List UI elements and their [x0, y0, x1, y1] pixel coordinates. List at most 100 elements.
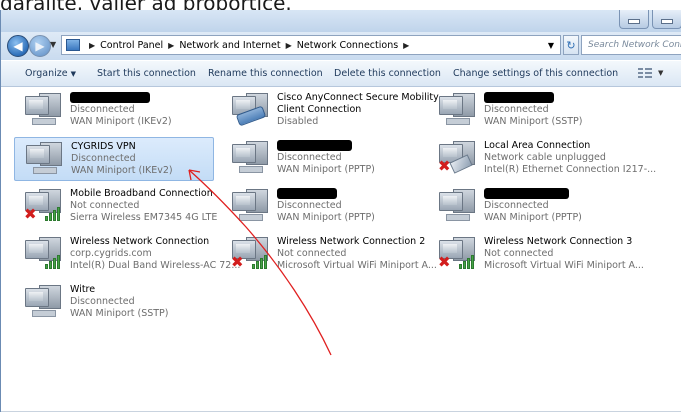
connection-device: WAN Miniport (SSTP)	[484, 116, 583, 127]
breadcrumb-control-panel[interactable]: Control Panel	[100, 40, 163, 51]
command-toolbar: Organize ▼ Start this connection Rename t…	[1, 61, 681, 87]
connection-text: Mobile Broadband Connection Not connecte…	[70, 188, 220, 224]
connection-device: WAN Miniport (IKEv2)	[71, 165, 173, 176]
search-input[interactable]: Search Network Connections	[581, 35, 681, 55]
connection-status: Disconnected	[484, 104, 549, 115]
breadcrumb-network-connections[interactable]: Network Connections	[297, 40, 398, 51]
connection-device: Intel(R) Dual Band Wireless-AC 72...	[70, 260, 241, 271]
connection-status: Disconnected	[277, 152, 342, 163]
connection-device: Microsoft Virtual WiFi Miniport A...	[277, 260, 437, 271]
connection-item[interactable]: Disconnected WAN Miniport (PPTP)	[221, 137, 421, 181]
delete-connection-button[interactable]: Delete this connection	[334, 68, 441, 79]
breadcrumb-chevron-icon[interactable]: ▶	[89, 41, 95, 50]
connection-item[interactable]: Disconnected WAN Miniport (PPTP)	[221, 185, 421, 229]
connection-device: Sierra Wireless EM7345 4G LTE	[70, 212, 218, 223]
back-arrow-icon: ◀	[13, 39, 23, 53]
minimize-button[interactable]	[619, 10, 649, 29]
connection-device: WAN Miniport (PPTP)	[277, 212, 375, 223]
connection-text: Disconnected WAN Miniport (PPTP)	[484, 188, 634, 224]
minimize-icon	[628, 18, 640, 24]
breadcrumb-chevron-icon[interactable]: ▶	[403, 41, 409, 50]
connection-item-selected[interactable]: CYGRIDS VPN Disconnected WAN Miniport (I…	[14, 137, 214, 181]
connection-item[interactable]: Disconnected WAN Miniport (PPTP)	[428, 185, 628, 229]
forward-arrow-icon: ▶	[35, 39, 45, 53]
wireless-connected-icon	[24, 236, 64, 272]
redacted-name	[277, 188, 337, 199]
breadcrumb-chevron-icon[interactable]: ▶	[286, 41, 292, 50]
connection-text: Disconnected WAN Miniport (IKEv2)	[70, 92, 220, 128]
view-options-icon[interactable]	[638, 67, 652, 79]
address-dropdown-icon[interactable]: ▼	[548, 41, 554, 50]
connection-status: Disconnected	[484, 200, 549, 211]
redacted-name	[484, 92, 554, 103]
redacted-name	[70, 92, 150, 103]
connection-name: Wireless Network Connection 3	[484, 236, 633, 247]
connection-text: Wireless Network Connection 2 Not connec…	[277, 236, 437, 272]
connection-item[interactable]: Disconnected WAN Miniport (IKEv2)	[14, 89, 214, 133]
connection-name: Mobile Broadband Connection	[70, 188, 213, 199]
connection-item[interactable]: Witre Disconnected WAN Miniport (SSTP)	[14, 281, 214, 325]
recent-pages-dropdown[interactable]: ▼	[50, 40, 56, 49]
connection-name: CYGRIDS VPN	[71, 141, 136, 152]
redacted-name	[484, 188, 569, 199]
rename-connection-button[interactable]: Rename this connection	[208, 68, 323, 79]
connection-status: Not connected	[277, 248, 347, 259]
error-x-icon: ✖	[438, 157, 451, 175]
wireless-disconnected-icon: ✖	[231, 236, 271, 272]
connection-name: Wireless Network Connection	[70, 236, 210, 247]
connection-status: Disconnected	[70, 104, 135, 115]
error-x-icon: ✖	[438, 253, 451, 271]
connection-device: WAN Miniport (IKEv2)	[70, 116, 172, 127]
address-bar[interactable]: ▶ Control Panel ▶ Network and Internet ▶…	[61, 35, 561, 55]
back-button[interactable]: ◀	[7, 35, 29, 57]
connection-device: Microsoft Virtual WiFi Miniport A...	[484, 260, 644, 271]
connection-name: Local Area Connection	[484, 140, 591, 151]
connection-item[interactable]: ✖ Wireless Network Connection 3 Not conn…	[428, 233, 644, 277]
maximize-button[interactable]	[652, 10, 681, 29]
connection-text: Wireless Network Connection corp.cygrids…	[70, 236, 241, 272]
cisco-anyconnect-icon	[231, 92, 271, 128]
connection-status: Disconnected	[277, 200, 342, 211]
organize-button[interactable]: Organize ▼	[25, 68, 76, 79]
redacted-name	[277, 140, 352, 151]
connection-device: WAN Miniport (PPTP)	[277, 164, 375, 175]
connection-item[interactable]: ✖ Local Area Connection Network cable un…	[428, 137, 656, 181]
connection-name: Wireless Network Connection 2	[277, 236, 426, 247]
breadcrumb-chevron-icon[interactable]: ▶	[168, 41, 174, 50]
organize-label: Organize	[25, 68, 68, 79]
wan-miniport-icon	[24, 92, 64, 128]
refresh-icon: ↻	[566, 38, 576, 52]
connection-item[interactable]: ✖ Wireless Network Connection 2 Not conn…	[221, 233, 437, 277]
connections-list: Disconnected WAN Miniport (IKEv2) Cisco …	[1, 87, 681, 412]
breadcrumb-network-and-internet[interactable]: Network and Internet	[179, 40, 280, 51]
connection-device: WAN Miniport (PPTP)	[484, 212, 582, 223]
start-connection-button[interactable]: Start this connection	[97, 68, 196, 79]
control-panel-icon	[66, 39, 80, 51]
window-controls	[616, 10, 681, 29]
error-x-icon: ✖	[231, 253, 244, 271]
connection-status: Disconnected	[70, 296, 135, 307]
connection-status: Disabled	[277, 116, 319, 127]
refresh-button[interactable]: ↻	[563, 35, 579, 55]
wan-miniport-icon	[24, 284, 64, 320]
view-options-dropdown-icon[interactable]: ▼	[658, 69, 663, 77]
connection-text: Disconnected WAN Miniport (PPTP)	[277, 188, 427, 224]
connection-item[interactable]: Cisco AnyConnect Secure Mobility Client …	[221, 89, 439, 133]
connection-status: Not connected	[484, 248, 554, 259]
explorer-window: ◀ ▶ ▼ ▶ Control Panel ▶ Network and Inte…	[0, 10, 681, 412]
mobile-broadband-icon: ✖	[24, 188, 64, 224]
connection-item[interactable]: ✖ Mobile Broadband Connection Not connec…	[14, 185, 217, 229]
connection-name: Witre	[70, 284, 96, 295]
connection-item[interactable]: Wireless Network Connection corp.cygrids…	[14, 233, 240, 277]
ethernet-unplugged-icon: ✖	[438, 140, 478, 176]
wan-miniport-icon	[25, 141, 65, 177]
connection-status: Not connected	[70, 200, 140, 211]
connection-item[interactable]: Disconnected WAN Miniport (SSTP)	[428, 89, 628, 133]
connection-name-line2: Client Connection	[277, 104, 362, 115]
forward-button[interactable]: ▶	[29, 35, 51, 57]
maximize-icon	[661, 18, 673, 24]
connection-text: Cisco AnyConnect Secure Mobility Client …	[277, 92, 439, 128]
wan-miniport-icon	[231, 140, 271, 176]
error-x-icon: ✖	[24, 205, 37, 223]
change-settings-button[interactable]: Change settings of this connection	[453, 68, 618, 79]
